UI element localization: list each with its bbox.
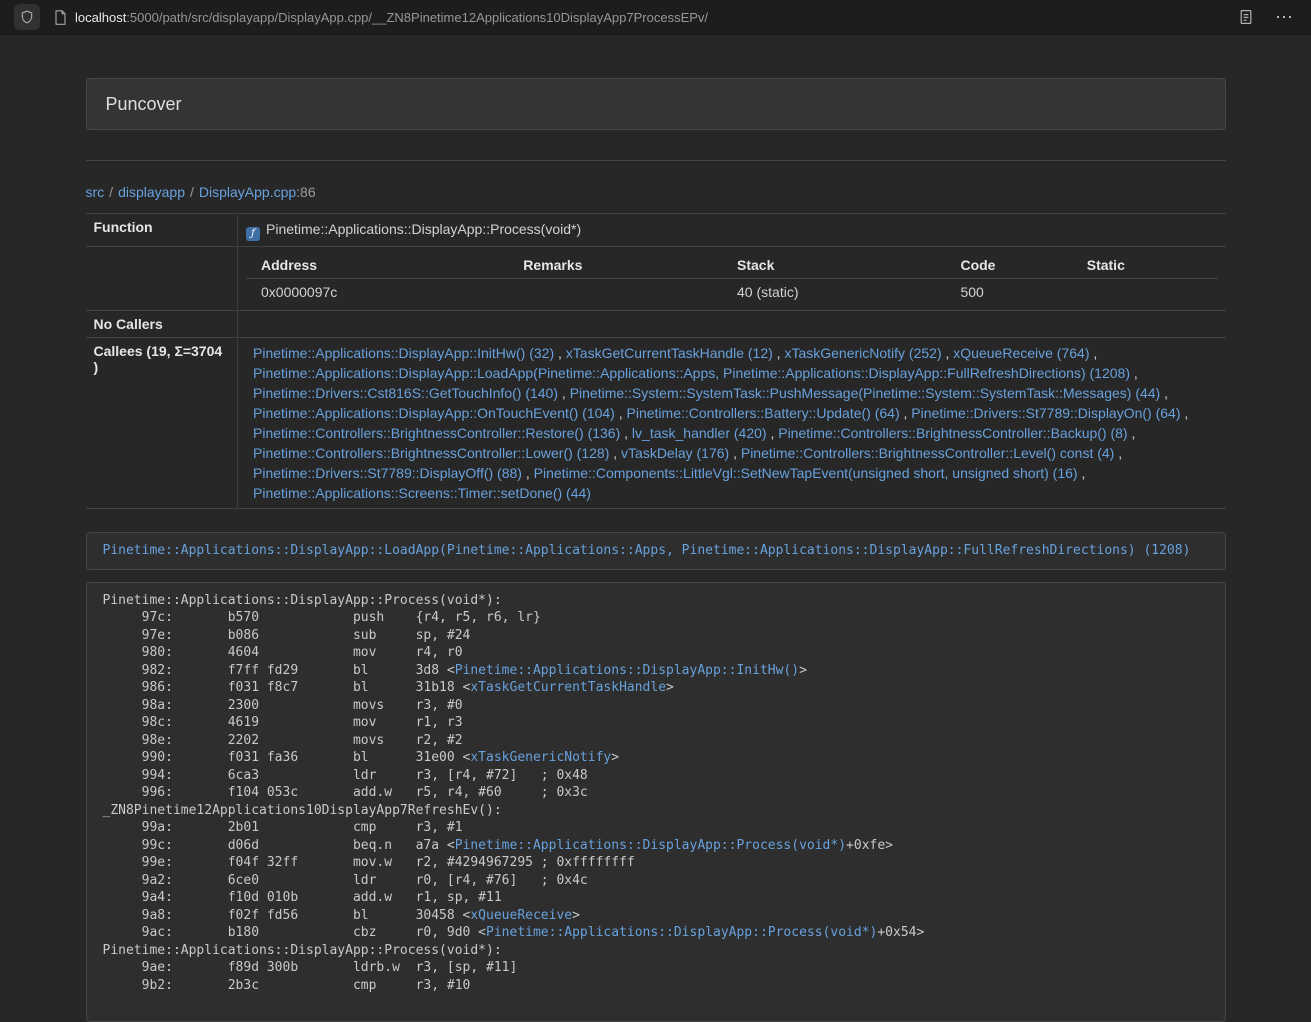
breadcrumb: src/displayapp/DisplayApp.cpp:86 <box>86 182 1226 202</box>
url-host: localhost <box>75 10 126 25</box>
highlighted-symbol-box: Pinetime::Applications::DisplayApp::Load… <box>86 532 1226 570</box>
function-name: Pinetime::Applications::DisplayApp::Proc… <box>266 221 581 237</box>
remarks-value <box>508 279 722 306</box>
brand-link[interactable]: Puncover <box>87 94 182 115</box>
browser-chrome-bar: localhost:5000/path/src/displayapp/Displ… <box>0 0 1311 35</box>
callee-link[interactable]: Pinetime::Applications::DisplayApp::Init… <box>253 345 554 361</box>
url-path: :5000/path/src/displayapp/DisplayApp.cpp… <box>126 10 708 25</box>
shield-icon <box>20 9 34 25</box>
callee-link[interactable]: Pinetime::Controllers::BrightnessControl… <box>253 445 609 461</box>
column-remarks: Remarks <box>508 252 722 279</box>
stack-value: 40 (static) <box>722 279 945 306</box>
callee-link[interactable]: xTaskGenericNotify (252) <box>784 345 941 361</box>
disassembly-symbol-link[interactable]: xTaskGenericNotify <box>470 750 611 765</box>
browser-actions: ⋯ <box>1239 8 1297 26</box>
address-value: 0x0000097c <box>246 279 508 306</box>
callee-link[interactable]: Pinetime::Applications::Screens::Timer::… <box>253 485 591 501</box>
disassembly-symbol-link[interactable]: Pinetime::Applications::DisplayApp::Proc… <box>455 838 846 853</box>
metrics-row-spacer <box>86 247 238 311</box>
no-callers-cell <box>238 311 1226 338</box>
breadcrumb-separator: / <box>185 184 199 200</box>
reader-mode-button[interactable] <box>1239 9 1253 25</box>
callee-link[interactable]: xTaskGetCurrentTaskHandle (12) <box>566 345 773 361</box>
shield-button[interactable] <box>14 4 40 30</box>
highlighted-symbol-link[interactable]: Pinetime::Applications::DisplayApp::Load… <box>103 543 1191 558</box>
callees-cell: Pinetime::Applications::DisplayApp::Init… <box>238 338 1226 509</box>
column-stack: Stack <box>722 252 945 279</box>
callee-link[interactable]: Pinetime::Drivers::St7789::DisplayOff() … <box>253 465 522 481</box>
callee-link[interactable]: Pinetime::Drivers::St7789::DisplayOn() (… <box>911 405 1180 421</box>
page-icon <box>54 10 67 25</box>
metrics-row: Address Remarks Stack Code Static 0x0000… <box>86 247 1226 311</box>
no-callers-label: No Callers <box>86 311 238 338</box>
function-name-cell: ƒ Pinetime::Applications::DisplayApp::Pro… <box>238 214 1226 247</box>
callee-link[interactable]: Pinetime::Controllers::Battery::Update()… <box>627 405 900 421</box>
disassembly-symbol-link[interactable]: Pinetime::Applications::DisplayApp::Init… <box>455 663 799 678</box>
code-value: 500 <box>945 279 1071 306</box>
callees-row: Callees (19, Σ=3704 ) Pinetime::Applicat… <box>86 338 1226 509</box>
callee-link[interactable]: Pinetime::Controllers::BrightnessControl… <box>741 445 1114 461</box>
url-text: localhost:5000/path/src/displayapp/Displ… <box>75 10 708 25</box>
disassembly-symbol-link[interactable]: xTaskGetCurrentTaskHandle <box>470 680 666 695</box>
app-navbar: Puncover <box>86 78 1226 130</box>
column-code: Code <box>945 252 1071 279</box>
callee-link[interactable]: Pinetime::System::SystemTask::PushMessag… <box>570 385 1161 401</box>
breadcrumb-link[interactable]: DisplayApp.cpp <box>199 184 296 200</box>
disassembly-code: Pinetime::Applications::DisplayApp::Proc… <box>86 582 1226 1022</box>
callee-link[interactable]: Pinetime::Controllers::BrightnessControl… <box>778 425 1127 441</box>
function-icon: ƒ <box>246 227 260 241</box>
breadcrumb-line-number: :86 <box>296 184 315 200</box>
breadcrumb-link[interactable]: src <box>86 184 105 200</box>
callee-link[interactable]: xQueueReceive (764) <box>953 345 1089 361</box>
function-table: Function ƒPinetime::Applications::Displa… <box>86 213 1226 509</box>
disassembly-symbol-link[interactable]: xQueueReceive <box>470 908 572 923</box>
callee-link[interactable]: vTaskDelay (176) <box>621 445 729 461</box>
breadcrumb-link[interactable]: displayapp <box>118 184 185 200</box>
callees-list: Pinetime::Applications::DisplayApp::Init… <box>246 343 1218 503</box>
callee-link[interactable]: Pinetime::Components::LittleVgl::SetNewT… <box>534 465 1078 481</box>
callee-link[interactable]: Pinetime::Drivers::Cst816S::GetTouchInfo… <box>253 385 558 401</box>
ellipsis-icon: ⋯ <box>1275 8 1293 26</box>
callee-link[interactable]: lv_task_handler (420) <box>632 425 767 441</box>
disassembly-symbol-link[interactable]: Pinetime::Applications::DisplayApp::Proc… <box>486 925 877 940</box>
menu-button[interactable]: ⋯ <box>1275 8 1293 26</box>
function-row: Function ƒ Pinetime::Applications::Displa… <box>86 214 1226 247</box>
breadcrumb-separator: / <box>104 184 118 200</box>
callee-link[interactable]: Pinetime::Controllers::BrightnessControl… <box>253 425 620 441</box>
metrics-cell: Address Remarks Stack Code Static 0x0000… <box>238 247 1226 311</box>
column-static: Static <box>1072 252 1218 279</box>
callee-link[interactable]: Pinetime::Applications::DisplayApp::Load… <box>253 365 1130 381</box>
reader-mode-icon <box>1239 9 1253 25</box>
static-value <box>1072 279 1218 306</box>
metrics-table: Address Remarks Stack Code Static 0x0000… <box>246 252 1218 305</box>
callee-link[interactable]: Pinetime::Applications::DisplayApp::OnTo… <box>253 405 615 421</box>
function-label: Function <box>86 214 238 247</box>
metrics-value-row: 0x0000097c 40 (static) 500 <box>246 279 1218 306</box>
divider <box>86 160 1226 161</box>
metrics-header-row: Address Remarks Stack Code Static <box>246 252 1218 279</box>
column-address: Address <box>246 252 508 279</box>
no-callers-row: No Callers <box>86 311 1226 338</box>
address-bar[interactable]: localhost:5000/path/src/displayapp/Displ… <box>54 10 1239 25</box>
callees-label: Callees (19, Σ=3704 ) <box>86 338 238 509</box>
page-container: Puncover src/displayapp/DisplayApp.cpp:8… <box>71 78 1241 1022</box>
